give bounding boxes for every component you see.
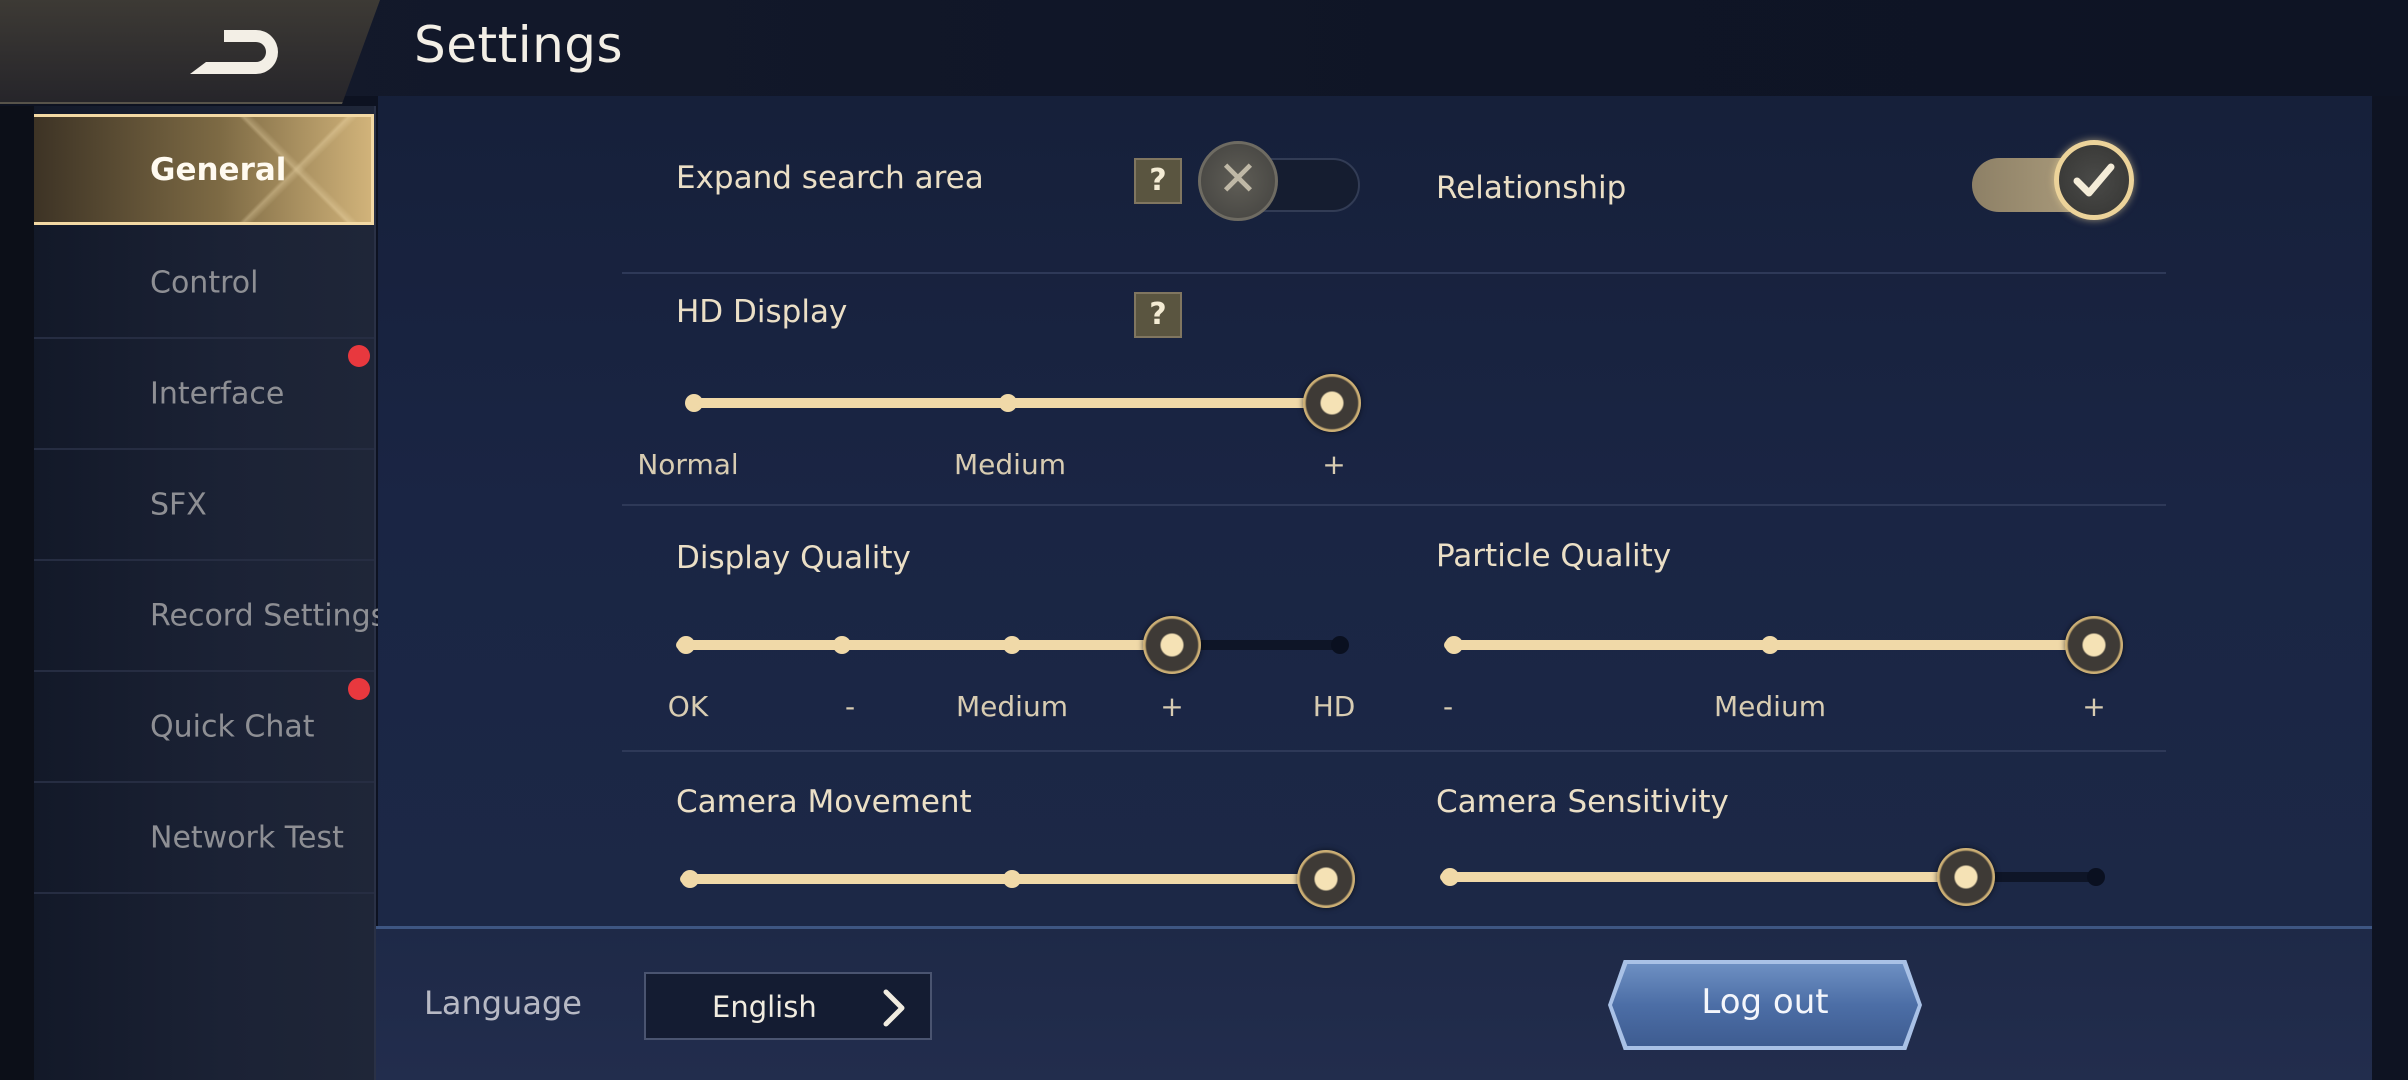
sidebar-item-label: Network Test (150, 820, 344, 855)
particle-quality-label: Particle Quality (1436, 538, 1672, 574)
camera-movement-label: Camera Movement (676, 784, 972, 820)
sidebar-rail (0, 106, 34, 1080)
slider-step (685, 394, 703, 412)
expand-search-toggle[interactable]: ✕ (1198, 141, 1360, 221)
sidebar-item-label: Interface (150, 376, 285, 411)
slider-step (999, 394, 1017, 412)
particle-quality-slider[interactable] (1444, 614, 2123, 674)
tick-label: + (1322, 448, 1346, 481)
tick-label: Normal (637, 448, 739, 481)
hd-display-label: HD Display (676, 294, 848, 330)
language-select[interactable]: English (644, 972, 932, 1040)
sidebar-item-label: Quick Chat (150, 709, 315, 744)
sidebar-item-control[interactable]: Control (34, 228, 374, 339)
tick-label: + (1160, 690, 1184, 723)
slider-step (681, 870, 699, 888)
slider-thumb[interactable] (2065, 616, 2123, 674)
slider-fill (676, 640, 1174, 650)
slider-step (1003, 636, 1021, 654)
slider-step (833, 636, 851, 654)
slider-thumb[interactable] (1297, 850, 1355, 908)
sidebar-item-label: Record Settings (150, 598, 387, 633)
slider-step (2087, 868, 2105, 886)
slider-step (1445, 636, 1463, 654)
sidebar-item-general[interactable]: General (34, 114, 374, 225)
tick-label: Medium (954, 448, 1066, 481)
display-quality-slider[interactable] (676, 614, 1349, 674)
tick-label: + (2082, 690, 2106, 723)
camera-sensitivity-label: Camera Sensitivity (1436, 784, 1729, 820)
logout-button[interactable]: Log out (1612, 964, 1918, 1046)
tick-label: - (1442, 690, 1454, 723)
checkmark-icon (2054, 140, 2134, 220)
slider-step (1441, 868, 1459, 886)
slider-fill (1440, 872, 1968, 882)
notification-badge (348, 345, 370, 367)
slider-step (677, 636, 695, 654)
camera-movement-slider[interactable] (680, 848, 1355, 908)
language-label: Language (424, 984, 582, 1022)
divider (622, 504, 2166, 506)
relationship-toggle[interactable] (1972, 140, 2134, 220)
chevron-right-icon (883, 989, 905, 1027)
page-title: Settings (414, 16, 624, 74)
tick-label: OK (667, 690, 709, 723)
tick-label: Medium (956, 690, 1068, 723)
display-quality-label: Display Quality (676, 540, 911, 576)
expand-search-help-button[interactable]: ? (1134, 158, 1182, 204)
tick-label: - (844, 690, 856, 723)
slider-thumb[interactable] (1143, 616, 1201, 674)
slider-thumb[interactable] (1937, 848, 1995, 906)
close-icon: ✕ (1198, 141, 1278, 221)
sidebar-item-label: SFX (150, 487, 207, 522)
relationship-label: Relationship (1436, 170, 1627, 206)
back-button[interactable] (0, 0, 380, 104)
sidebar-item-interface[interactable]: Interface (34, 339, 374, 450)
language-value: English (712, 990, 817, 1024)
right-edge (2372, 96, 2408, 1080)
divider (622, 272, 2166, 274)
slider-thumb[interactable] (1303, 374, 1361, 432)
slider-step (1331, 636, 1349, 654)
tick-label: HD (1312, 690, 1356, 723)
divider (622, 750, 2166, 752)
sidebar-item-network-test[interactable]: Network Test (34, 783, 374, 894)
slider-step (1003, 870, 1021, 888)
expand-search-label: Expand search area (676, 160, 984, 196)
tick-label: Medium (1714, 690, 1826, 723)
sidebar-item-sfx[interactable]: SFX (34, 450, 374, 561)
slider-step (1761, 636, 1779, 654)
back-arrow-icon (190, 30, 278, 74)
sidebar-item-quick-chat[interactable]: Quick Chat (34, 672, 374, 783)
camera-sensitivity-slider[interactable] (1440, 846, 2105, 906)
hd-display-help-button[interactable]: ? (1134, 292, 1182, 338)
hd-display-slider[interactable] (685, 372, 1361, 432)
sidebar-item-record-settings[interactable]: Record Settings (34, 561, 386, 672)
sidebar-item-label: General (150, 151, 287, 188)
logout-label: Log out (1701, 982, 1829, 1022)
notification-badge (348, 678, 370, 700)
sidebar-item-label: Control (150, 265, 259, 300)
